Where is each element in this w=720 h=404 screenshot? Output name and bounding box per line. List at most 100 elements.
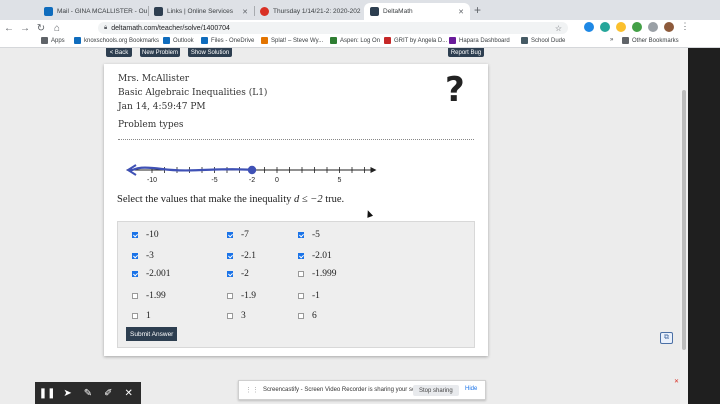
bookmark-knoxschools[interactable]: knoxschools.org Bookmarks bbox=[74, 37, 159, 44]
answer-choice[interactable]: -2.1 bbox=[227, 251, 256, 261]
answer-checkbox[interactable] bbox=[298, 313, 304, 319]
assignment-title: Basic Algebraic Inequalities (L1) bbox=[118, 88, 268, 98]
tick-label: -5 bbox=[211, 177, 217, 184]
tab-mail[interactable]: Mail - GINA MCALLISTER - Ou ✕ bbox=[38, 3, 148, 20]
screen-reader-icon[interactable]: ⧉ bbox=[660, 332, 673, 344]
highlighter-icon[interactable]: ✐ bbox=[99, 388, 117, 399]
answer-choice[interactable]: 6 bbox=[298, 311, 317, 321]
answer-choice[interactable]: -2 bbox=[227, 269, 249, 279]
bookmark-outlook[interactable]: Outlook bbox=[163, 37, 194, 44]
extension-icon[interactable] bbox=[584, 22, 594, 32]
puzzle-icon[interactable] bbox=[648, 22, 658, 32]
pause-icon[interactable]: ❚❚ bbox=[38, 388, 56, 399]
menu-dots-icon[interactable]: ⋮ bbox=[680, 22, 690, 32]
bookmark-grit[interactable]: GRIT by Angela D... bbox=[384, 37, 447, 44]
tab-links[interactable]: Links | Online Services ✕ bbox=[148, 3, 254, 20]
extension-icon[interactable] bbox=[632, 22, 642, 32]
bookmark-star-icon[interactable]: ☆ bbox=[555, 24, 562, 33]
share-message: Screencastify - Screen Video Recorder is… bbox=[263, 387, 429, 393]
submit-answer-button[interactable]: Submit Answer bbox=[126, 327, 178, 341]
bookmark-hapara[interactable]: Hapara Dashboard bbox=[449, 37, 510, 44]
answer-checkbox[interactable] bbox=[227, 293, 233, 299]
stop-sharing-button[interactable]: Stop sharing bbox=[413, 385, 459, 396]
answer-choice[interactable]: -5 bbox=[298, 230, 320, 240]
bookmarks-bar: Apps knoxschools.org Bookmarks Outlook F… bbox=[0, 36, 720, 48]
answer-checkbox[interactable] bbox=[132, 313, 138, 319]
aspen-icon bbox=[330, 37, 337, 44]
forward-arrow-icon[interactable]: → bbox=[18, 23, 32, 34]
answer-checkbox[interactable] bbox=[298, 293, 304, 299]
close-icon[interactable]: ✕ bbox=[120, 388, 138, 399]
answer-choice[interactable]: -1.99 bbox=[132, 291, 166, 301]
report-bug-button[interactable]: Report Bug bbox=[448, 48, 484, 57]
answer-checkbox[interactable] bbox=[227, 313, 233, 319]
answer-choice[interactable]: -1.999 bbox=[298, 269, 337, 279]
answer-checkbox[interactable] bbox=[132, 271, 138, 277]
tab-strip: Mail - GINA MCALLISTER - Ou ✕ Links | On… bbox=[0, 0, 720, 20]
answer-checkbox[interactable] bbox=[298, 271, 304, 277]
answer-label: -2.1 bbox=[241, 251, 257, 261]
answer-checkbox[interactable] bbox=[227, 232, 233, 238]
new-problem-button[interactable]: New Problem bbox=[140, 48, 180, 57]
answer-choice[interactable]: -1.9 bbox=[227, 291, 256, 301]
problem-types-link[interactable]: Problem types bbox=[118, 120, 184, 130]
bookmark-apps[interactable]: Apps bbox=[41, 37, 65, 44]
apps-grid-icon bbox=[41, 37, 48, 44]
answer-label: -1.999 bbox=[312, 269, 337, 279]
bookmark-splat[interactable]: Splat! – Steve Wy... bbox=[261, 37, 323, 44]
office-icon bbox=[260, 7, 269, 16]
annotation-toolbar: ❚❚ ➤ ✎ ✐ ✕ bbox=[35, 382, 141, 404]
back-button[interactable]: < Back bbox=[106, 48, 132, 57]
show-solution-button[interactable]: Show Solution bbox=[188, 48, 232, 57]
bookmark-onedrive[interactable]: Files - OneDrive bbox=[201, 37, 254, 44]
pen-icon[interactable]: ✎ bbox=[79, 388, 97, 399]
problem-card: Mrs. McAllister Basic Algebraic Inequali… bbox=[104, 64, 488, 356]
home-icon[interactable]: ⌂ bbox=[50, 23, 64, 34]
answer-checkbox[interactable] bbox=[298, 232, 304, 238]
back-arrow-icon[interactable]: ← bbox=[2, 23, 16, 34]
folder-icon bbox=[622, 37, 629, 44]
new-tab-button[interactable]: + bbox=[474, 3, 481, 17]
answer-choice[interactable]: -2.001 bbox=[132, 269, 171, 279]
answer-checkbox[interactable] bbox=[227, 271, 233, 277]
bookmark-schooldude[interactable]: School Dude bbox=[521, 37, 565, 44]
answer-choice[interactable]: -3 bbox=[132, 251, 154, 261]
answer-choice[interactable]: -1 bbox=[298, 291, 320, 301]
hide-link[interactable]: Hide bbox=[465, 386, 477, 392]
bookmarks-more[interactable]: » bbox=[610, 37, 613, 43]
pointer-icon[interactable]: ➤ bbox=[59, 388, 77, 399]
tab-label: DeltaMath bbox=[383, 8, 413, 15]
answer-label: -1.99 bbox=[146, 291, 166, 301]
answer-choice[interactable]: 1 bbox=[132, 311, 151, 321]
help-question-icon[interactable]: ? bbox=[445, 70, 465, 110]
answer-choice[interactable]: -10 bbox=[132, 230, 159, 240]
answer-checkbox[interactable] bbox=[298, 253, 304, 259]
tab-thursday[interactable]: Thursday 1/14/21-2: 2020-202 ✕ bbox=[254, 3, 364, 20]
inequality-math: d ≤ −2 bbox=[293, 194, 323, 205]
close-tab-icon[interactable]: ✕ bbox=[238, 8, 248, 16]
bookmark-aspen[interactable]: Aspen: Log On bbox=[330, 37, 380, 44]
answer-label: 3 bbox=[241, 311, 246, 321]
answer-choice[interactable]: 3 bbox=[227, 311, 246, 321]
answer-checkbox[interactable] bbox=[227, 253, 233, 259]
answer-choice[interactable]: -2.01 bbox=[298, 251, 332, 261]
close-tab-icon[interactable]: ✕ bbox=[454, 8, 464, 16]
links-icon bbox=[154, 7, 163, 16]
tab-deltamath[interactable]: DeltaMath ✕ bbox=[364, 3, 470, 20]
avatar[interactable] bbox=[664, 22, 674, 32]
endpoint-dot bbox=[247, 165, 257, 175]
scrollbar-thumb[interactable] bbox=[682, 90, 686, 350]
drag-handle-icon[interactable]: ⋮⋮ bbox=[245, 386, 259, 394]
answer-label: 1 bbox=[146, 311, 151, 321]
extension-icon[interactable] bbox=[600, 22, 610, 32]
answer-choice[interactable]: -7 bbox=[227, 230, 249, 240]
answer-checkbox[interactable] bbox=[132, 232, 138, 238]
answer-checkbox[interactable] bbox=[132, 293, 138, 299]
extension-icon[interactable] bbox=[616, 22, 626, 32]
answer-checkbox[interactable] bbox=[132, 253, 138, 259]
reload-icon[interactable]: ↻ bbox=[34, 23, 48, 34]
bookmark-other[interactable]: Other Bookmarks bbox=[622, 37, 679, 44]
answer-label: -2.01 bbox=[312, 251, 332, 261]
recording-icon: ✕ bbox=[674, 379, 680, 385]
address-bar[interactable]: 🔒︎ deltamath.com/teacher/solve/1400704 ☆ bbox=[98, 22, 568, 34]
